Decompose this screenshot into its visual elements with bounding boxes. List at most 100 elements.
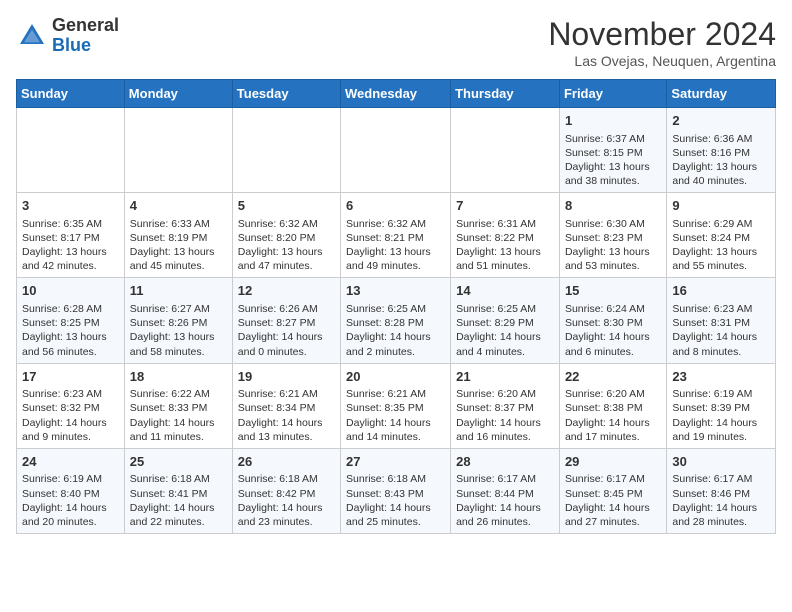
day-number: 22	[565, 368, 661, 386]
calendar-cell: 12Sunrise: 6:26 AMSunset: 8:27 PMDayligh…	[232, 278, 340, 363]
daylight-info: Daylight: 14 hours and 19 minutes.	[672, 417, 757, 443]
daylight-info: Daylight: 13 hours and 40 minutes.	[672, 161, 757, 187]
week-row-3: 10Sunrise: 6:28 AMSunset: 8:25 PMDayligh…	[17, 278, 776, 363]
day-number: 17	[22, 368, 119, 386]
weekday-header-tuesday: Tuesday	[232, 80, 340, 108]
day-number: 28	[456, 453, 554, 471]
month-title: November 2024	[548, 16, 776, 53]
day-number: 26	[238, 453, 335, 471]
day-number: 14	[456, 282, 554, 300]
day-number: 2	[672, 112, 770, 130]
day-number: 23	[672, 368, 770, 386]
sunrise-info: Sunrise: 6:24 AM	[565, 303, 645, 315]
calendar-cell: 14Sunrise: 6:25 AMSunset: 8:29 PMDayligh…	[451, 278, 560, 363]
day-number: 16	[672, 282, 770, 300]
calendar-cell: 6 Sunrise: 6:32 AM Sunset: 8:21 PM Daylight…	[341, 193, 451, 278]
day-number: 20	[346, 368, 445, 386]
calendar-body: 1Sunrise: 6:37 AMSunset: 8:15 PMDaylight…	[17, 108, 776, 534]
page-header: General Blue November 2024 Las Ovejas, N…	[16, 16, 776, 69]
day-number: 12	[238, 282, 335, 300]
sunrise-info: Sunrise: 6:18 AM	[346, 473, 426, 485]
day-number: 11	[130, 282, 227, 300]
calendar-cell: 9Sunrise: 6:29 AMSunset: 8:24 PMDaylight…	[667, 193, 776, 278]
daylight-info: Daylight: 13 hours and 53 minutes.	[565, 246, 650, 272]
calendar-cell: 1Sunrise: 6:37 AMSunset: 8:15 PMDaylight…	[559, 108, 666, 193]
sunrise-info: Sunrise: 6:27 AM	[130, 303, 210, 315]
calendar-cell: 10Sunrise: 6:28 AMSunset: 8:25 PMDayligh…	[17, 278, 125, 363]
sunset-info: Sunset: 8:26 PM	[130, 317, 208, 329]
daylight-info: Daylight: 13 hours and 42 minutes.	[22, 246, 107, 272]
sunset-info: Sunset: 8:40 PM	[22, 488, 100, 500]
sunset-info: Sunset: 8:31 PM	[672, 317, 750, 329]
sunrise-info: Sunrise: 6:26 AM	[238, 303, 318, 315]
calendar-cell: 20Sunrise: 6:21 AMSunset: 8:35 PMDayligh…	[341, 363, 451, 448]
calendar-cell: 11Sunrise: 6:27 AMSunset: 8:26 PMDayligh…	[124, 278, 232, 363]
sunset-info: Sunset: 8:43 PM	[346, 488, 424, 500]
sunrise-info: Sunrise: 6:21 AM	[238, 388, 318, 400]
weekday-header-sunday: Sunday	[17, 80, 125, 108]
day-number: 6	[346, 197, 445, 215]
sunrise-info: Sunrise: 6:17 AM	[565, 473, 645, 485]
sunset-info: Sunset: 8:20 PM	[238, 232, 316, 244]
day-number: 25	[130, 453, 227, 471]
calendar-cell: 8Sunrise: 6:30 AMSunset: 8:23 PMDaylight…	[559, 193, 666, 278]
daylight-info: Daylight: 13 hours and 47 minutes.	[238, 246, 323, 272]
weekday-header-monday: Monday	[124, 80, 232, 108]
calendar-cell: 13Sunrise: 6:25 AMSunset: 8:28 PMDayligh…	[341, 278, 451, 363]
week-row-2: 3Sunrise: 6:35 AMSunset: 8:17 PMDaylight…	[17, 193, 776, 278]
day-number: 1	[565, 112, 661, 130]
sunrise-info: Sunrise: 6:28 AM	[22, 303, 102, 315]
sunset-info: Sunset: 8:34 PM	[238, 402, 316, 414]
sunset-info: Sunset: 8:27 PM	[238, 317, 316, 329]
daylight-info: Daylight: 13 hours and 56 minutes.	[22, 331, 107, 357]
sunrise-info: Sunrise: 6:32 AM	[346, 218, 426, 230]
daylight-info: Daylight: 13 hours and 51 minutes.	[456, 246, 541, 272]
sunrise-info: Sunrise: 6:18 AM	[238, 473, 318, 485]
day-number: 24	[22, 453, 119, 471]
sunset-info: Sunset: 8:41 PM	[130, 488, 208, 500]
day-number: 29	[565, 453, 661, 471]
sunset-info: Sunset: 8:44 PM	[456, 488, 534, 500]
calendar-header: SundayMondayTuesdayWednesdayThursdayFrid…	[17, 80, 776, 108]
calendar-cell: 26Sunrise: 6:18 AMSunset: 8:42 PMDayligh…	[232, 448, 340, 533]
daylight-info: Daylight: 13 hours and 55 minutes.	[672, 246, 757, 272]
day-number: 4	[130, 197, 227, 215]
sunset-info: Sunset: 8:38 PM	[565, 402, 643, 414]
sunrise-info: Sunrise: 6:37 AM	[565, 133, 645, 145]
calendar-table: SundayMondayTuesdayWednesdayThursdayFrid…	[16, 79, 776, 534]
calendar-cell	[341, 108, 451, 193]
weekday-row: SundayMondayTuesdayWednesdayThursdayFrid…	[17, 80, 776, 108]
calendar-cell	[17, 108, 125, 193]
calendar-cell	[232, 108, 340, 193]
sunrise-info: Sunrise: 6:23 AM	[22, 388, 102, 400]
sunrise-info: Sunrise: 6:25 AM	[456, 303, 536, 315]
daylight-info: Daylight: 14 hours and 9 minutes.	[22, 417, 107, 443]
daylight-info: Daylight: 14 hours and 20 minutes.	[22, 502, 107, 528]
sunset-info: Sunset: 8:25 PM	[22, 317, 100, 329]
sunrise-info: Sunrise: 6:30 AM	[565, 218, 645, 230]
sunset-info: Sunset: 8:21 PM	[346, 232, 424, 244]
calendar-cell: 2Sunrise: 6:36 AMSunset: 8:16 PMDaylight…	[667, 108, 776, 193]
sunset-info: Sunset: 8:17 PM	[22, 232, 100, 244]
day-number: 21	[456, 368, 554, 386]
calendar-cell: 15Sunrise: 6:24 AMSunset: 8:30 PMDayligh…	[559, 278, 666, 363]
daylight-info: Daylight: 14 hours and 22 minutes.	[130, 502, 215, 528]
daylight-info: Daylight: 14 hours and 17 minutes.	[565, 417, 650, 443]
sunset-info: Sunset: 8:35 PM	[346, 402, 424, 414]
sunrise-info: Sunrise: 6:17 AM	[456, 473, 536, 485]
day-number: 7	[456, 197, 554, 215]
logo-blue-text: Blue	[52, 35, 91, 55]
daylight-info: Daylight: 14 hours and 6 minutes.	[565, 331, 650, 357]
calendar-cell: 18Sunrise: 6:22 AMSunset: 8:33 PMDayligh…	[124, 363, 232, 448]
sunset-info: Sunset: 8:23 PM	[565, 232, 643, 244]
calendar-cell: 22Sunrise: 6:20 AMSunset: 8:38 PMDayligh…	[559, 363, 666, 448]
day-number: 18	[130, 368, 227, 386]
calendar-cell: 27Sunrise: 6:18 AMSunset: 8:43 PMDayligh…	[341, 448, 451, 533]
sunrise-info: Sunrise: 6:19 AM	[672, 388, 752, 400]
calendar-cell: 17Sunrise: 6:23 AMSunset: 8:32 PMDayligh…	[17, 363, 125, 448]
daylight-info: Daylight: 14 hours and 28 minutes.	[672, 502, 757, 528]
sunset-info: Sunset: 8:45 PM	[565, 488, 643, 500]
daylight-info: Daylight: 13 hours and 49 minutes.	[346, 246, 431, 272]
weekday-header-wednesday: Wednesday	[341, 80, 451, 108]
sunrise-info: Sunrise: 6:17 AM	[672, 473, 752, 485]
